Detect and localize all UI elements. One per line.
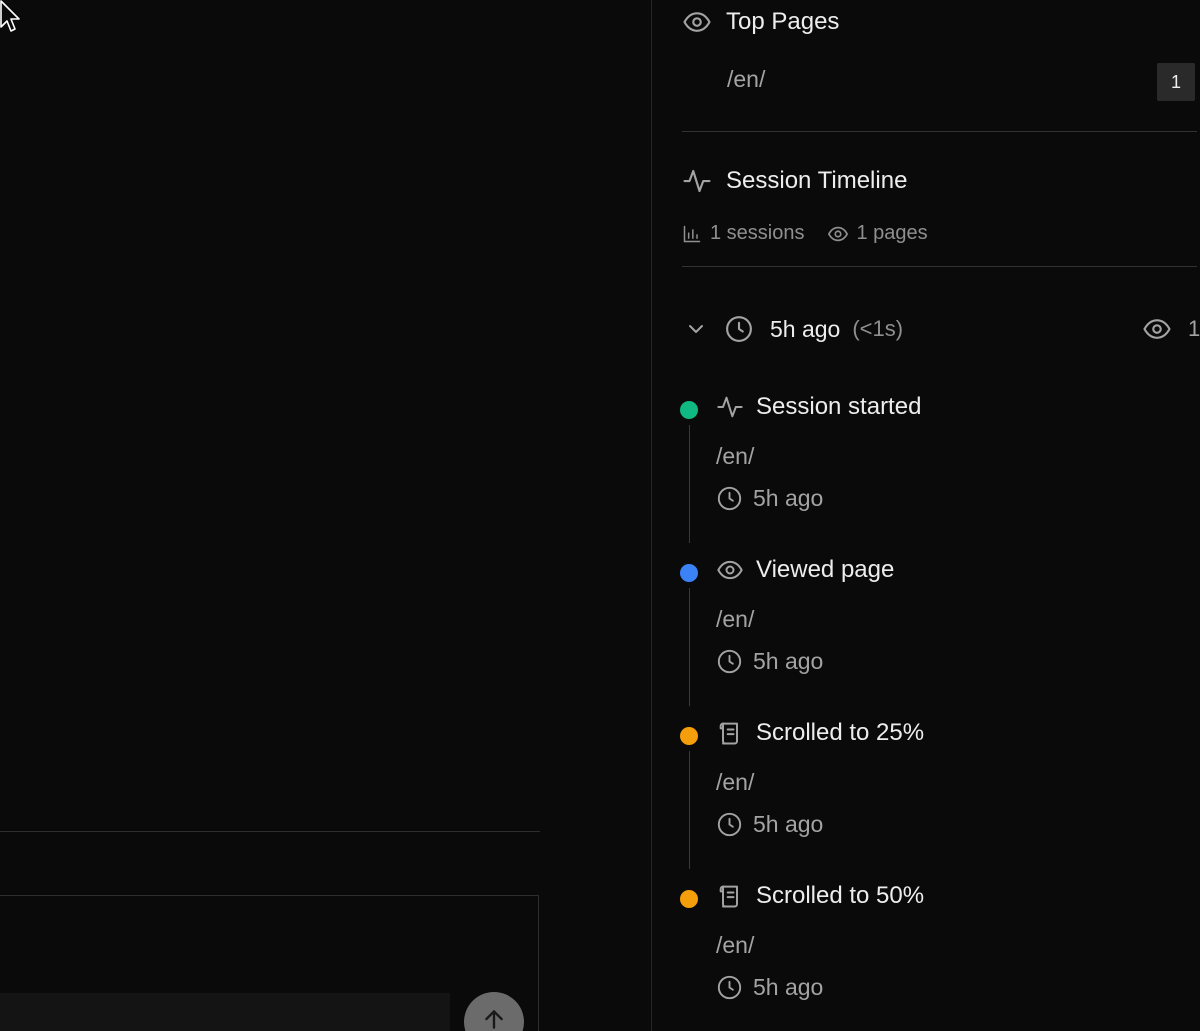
event-time-row: 5h ago (716, 485, 823, 512)
event-status-dot (680, 401, 698, 419)
sessions-count: 1 sessions (710, 222, 805, 244)
timeline-event: Session started /en/ 5h ago (680, 387, 1180, 547)
eye-icon (682, 7, 712, 37)
event-time: 5h ago (753, 811, 824, 837)
eye-icon (716, 556, 744, 584)
event-time: 5h ago (753, 485, 824, 511)
event-title: Scrolled to 50% (756, 882, 925, 909)
pages-count: 1 pages (856, 222, 928, 244)
clock-icon (724, 314, 754, 344)
pages-stat: 1 pages (827, 222, 928, 245)
event-title-row: Session started (716, 393, 921, 421)
eye-icon (1142, 314, 1172, 344)
timeline-event: Scrolled to 50% /en/ 5h ago (680, 876, 1180, 1031)
event-title-row: Scrolled to 50% (716, 882, 924, 910)
message-input[interactable] (0, 993, 450, 1031)
scroll-icon (716, 882, 744, 910)
event-time-row: 5h ago (716, 974, 823, 1001)
event-path: /en/ (716, 932, 755, 958)
section-divider (682, 131, 1197, 132)
sessions-stat: 1 sessions (682, 222, 805, 245)
scroll-icon (716, 719, 744, 747)
timeline-rail (689, 751, 690, 869)
main-pane (0, 0, 651, 1031)
app-root: Top Pages /en/ 1 Session Timeline 1 sess… (0, 0, 1200, 1031)
event-path: /en/ (716, 606, 755, 632)
session-header[interactable]: 5h ago (<1s) 1 (684, 310, 1200, 348)
event-title: Scrolled to 25% (756, 719, 925, 746)
clock-icon (716, 811, 743, 838)
bar-chart-icon (682, 224, 702, 244)
session-timeline-title: Session Timeline (726, 167, 908, 194)
section-divider (682, 266, 1197, 267)
activity-icon (716, 393, 744, 421)
composer (0, 895, 539, 1031)
session-views-count: 1 (1188, 316, 1200, 341)
eye-icon (827, 223, 849, 245)
event-path: /en/ (716, 443, 755, 469)
event-time: 5h ago (753, 648, 824, 674)
clock-icon (716, 485, 743, 512)
session-views: 1 (1142, 310, 1200, 348)
timeline-rail (689, 588, 690, 706)
clock-icon (716, 974, 743, 1001)
session-duration: (<1s) (852, 316, 904, 341)
session-stats: 1 sessions 1 pages (682, 222, 950, 245)
top-page-count-badge: 1 (1157, 63, 1195, 101)
mouse-cursor-icon (0, 0, 22, 39)
content-divider (0, 831, 540, 832)
event-title: Viewed page (756, 556, 895, 583)
event-status-dot (680, 727, 698, 745)
event-title-row: Scrolled to 25% (716, 719, 924, 747)
event-time-row: 5h ago (716, 648, 823, 675)
event-path: /en/ (716, 769, 755, 795)
activity-icon (682, 166, 712, 196)
top-pages-heading: Top Pages (682, 6, 839, 38)
event-title-row: Viewed page (716, 556, 894, 584)
clock-icon (716, 648, 743, 675)
send-button[interactable] (464, 992, 524, 1031)
session-time: 5h ago (770, 315, 841, 342)
event-time: 5h ago (753, 974, 824, 1000)
top-page-path[interactable]: /en/ (727, 66, 765, 93)
event-status-dot (680, 890, 698, 908)
event-title: Session started (756, 393, 922, 420)
session-timeline-heading: Session Timeline (682, 165, 907, 197)
chevron-down-icon[interactable] (684, 317, 708, 341)
timeline-rail (689, 425, 690, 543)
top-pages-title: Top Pages (726, 8, 840, 35)
analytics-sidebar: Top Pages /en/ 1 Session Timeline 1 sess… (651, 0, 1200, 1031)
arrow-up-icon (481, 1006, 507, 1031)
timeline-event: Viewed page /en/ 5h ago (680, 550, 1180, 710)
timeline-event: Scrolled to 25% /en/ 5h ago (680, 713, 1180, 873)
event-status-dot (680, 564, 698, 582)
event-time-row: 5h ago (716, 811, 823, 838)
